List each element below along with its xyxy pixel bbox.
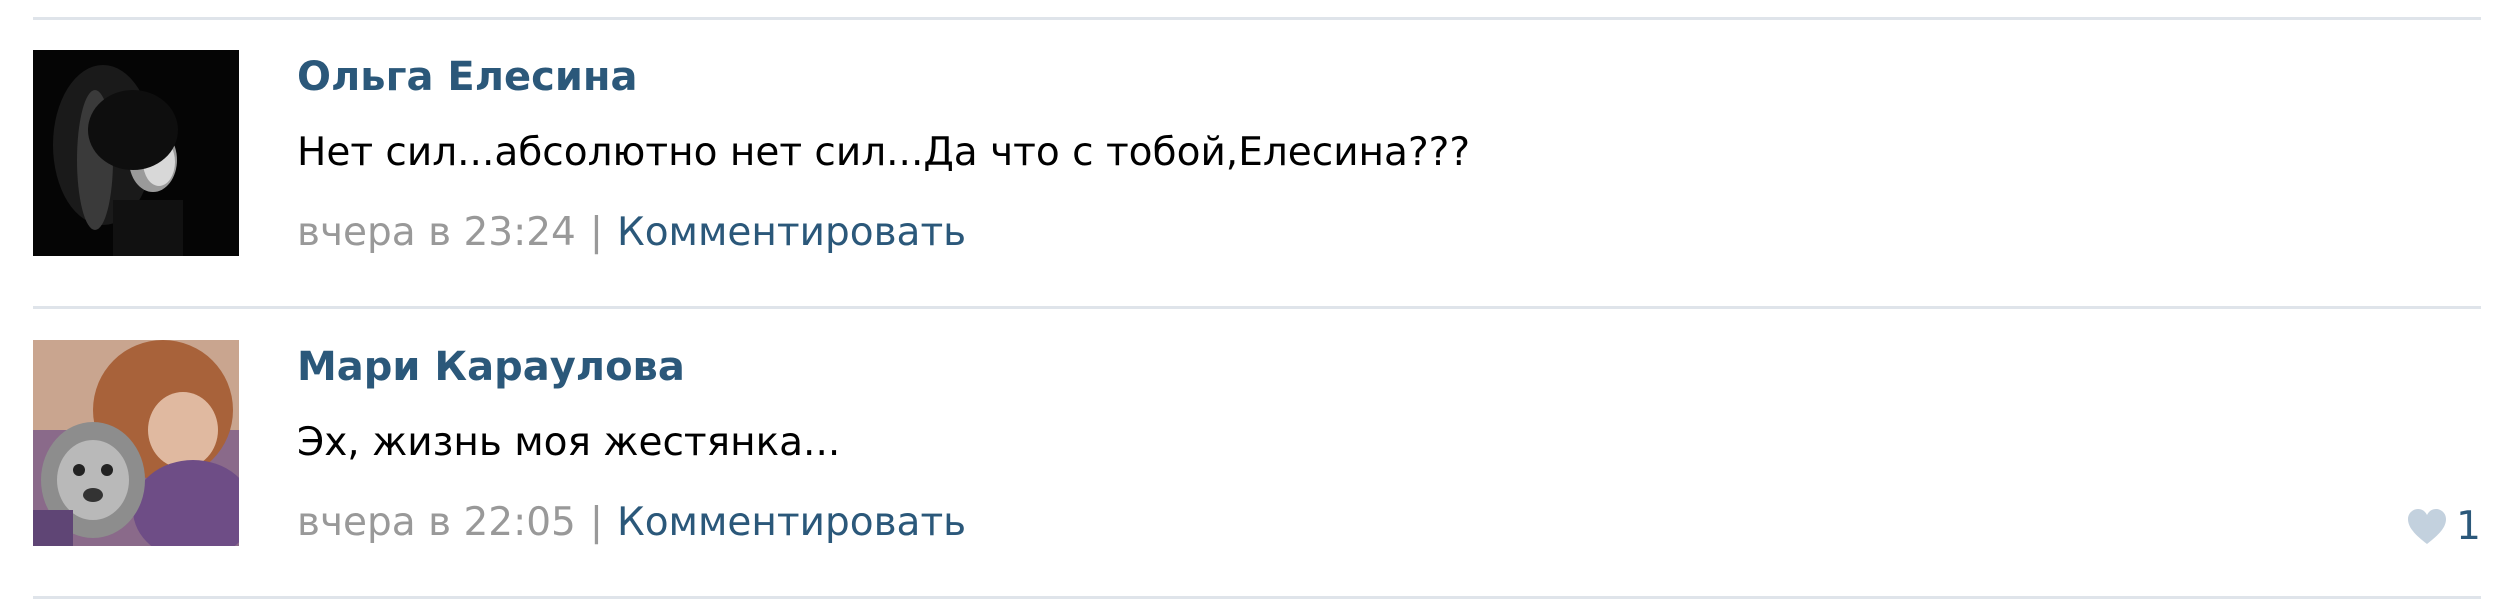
post-time[interactable]: вчера в 23:24 bbox=[297, 210, 576, 255]
post-meta: вчера в 22:05 | Комментировать bbox=[297, 500, 966, 545]
post-text: Нет сил...абсолютно нет сил...Да что с т… bbox=[297, 130, 1471, 175]
avatar[interactable] bbox=[33, 340, 239, 546]
comment-link[interactable]: Комментировать bbox=[617, 500, 966, 545]
comment-link[interactable]: Комментировать bbox=[617, 210, 966, 255]
wall-post: Мари Караулова Эх, жизнь моя жестянка...… bbox=[33, 340, 2481, 550]
post-meta: вчера в 23:24 | Комментировать bbox=[297, 210, 966, 255]
meta-separator: | bbox=[589, 210, 603, 255]
meta-separator: | bbox=[589, 500, 603, 545]
heart-icon bbox=[2406, 508, 2448, 546]
top-divider bbox=[33, 17, 2481, 20]
author-name[interactable]: Мари Караулова bbox=[297, 344, 685, 390]
like-count: 1 bbox=[2456, 504, 2481, 549]
avatar[interactable] bbox=[33, 50, 239, 256]
author-name[interactable]: Ольга Елесина bbox=[297, 54, 638, 100]
post-text: Эх, жизнь моя жестянка... bbox=[297, 420, 841, 465]
post-divider bbox=[33, 306, 2481, 309]
like-button[interactable]: 1 bbox=[2406, 504, 2481, 549]
wall-post: Ольга Елесина Нет сил...абсолютно нет си… bbox=[33, 50, 2481, 260]
post-time[interactable]: вчера в 22:05 bbox=[297, 500, 576, 545]
bottom-divider bbox=[33, 596, 2481, 599]
